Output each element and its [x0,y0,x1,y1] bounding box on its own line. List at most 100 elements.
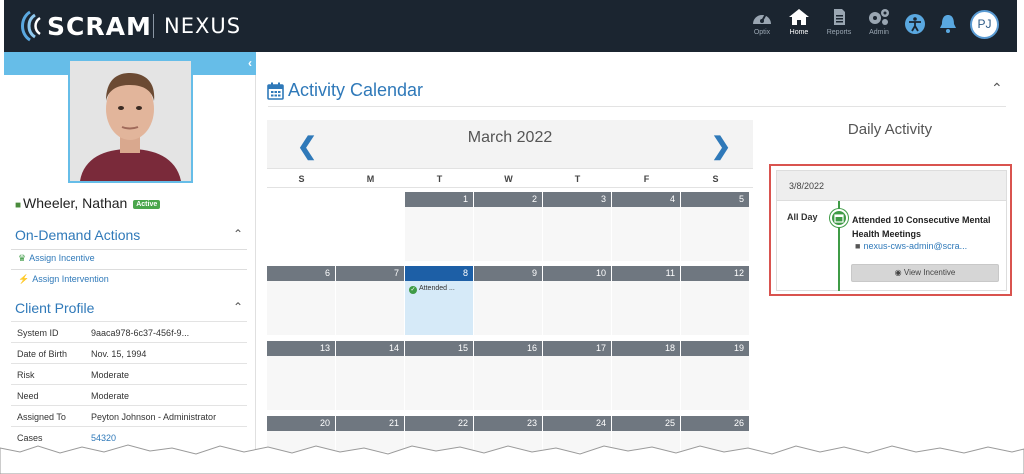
collapse-sidebar-icon[interactable]: ‹ [248,56,252,70]
client-name-text: Wheeler, Nathan [23,195,128,211]
day-cell[interactable] [681,356,749,410]
day-number[interactable]: 20 [267,416,335,431]
nav-admin[interactable]: Admin [859,8,899,46]
calendar-event[interactable]: ✓ Attended ... [409,285,455,294]
day-number[interactable]: 16 [474,341,542,356]
day-cell[interactable] [474,356,542,410]
day-number[interactable]: 1 [405,192,473,207]
day-number[interactable]: 19 [681,341,749,356]
day-cell[interactable] [267,356,335,410]
top-navbar: SCRAM NEXUS Optix Home Reports Admin PJ [4,0,1017,52]
day-number[interactable]: 2 [474,192,542,207]
nav-reports[interactable]: Reports [819,8,859,46]
day-number[interactable]: 18 [612,341,680,356]
day-cell[interactable] [612,356,680,410]
nav-admin-label: Admin [869,29,889,36]
weekday-label: T [574,174,581,184]
day-cell[interactable] [405,207,473,261]
app-window: SCRAM NEXUS Optix Home Reports Admin PJ … [4,0,1017,452]
scram-logo-icon [21,10,41,42]
chevron-up-icon[interactable]: ⌃ [233,300,243,314]
nav-optix[interactable]: Optix [742,8,782,46]
day-number[interactable]: 4 [612,192,680,207]
day-number[interactable]: 11 [612,266,680,281]
day-cell [336,207,404,261]
gears-icon [869,9,889,25]
daily-date-header: 3/8/2022 [777,171,1006,201]
client-photo [68,59,193,183]
month-label: March 2022 [467,129,553,146]
assign-incentive-link[interactable]: ♛ Assign Incentive [18,253,95,264]
day-cell [267,207,335,261]
day-number[interactable]: 13 [267,341,335,356]
chevron-up-icon[interactable]: ⌃ [233,227,243,241]
month-calendar: ❮ March 2022 ❯ S M T W T F S 1 2 3 4 5 6… [267,120,753,452]
assign-intervention-label: Assign Intervention [32,274,109,284]
day-cell[interactable] [267,281,335,335]
user-icon: ■ [855,241,861,251]
empty-day [267,192,335,207]
day-cell[interactable] [405,356,473,410]
view-incentive-button[interactable]: ◉ View Incentive [851,264,999,282]
event-user[interactable]: ■ nexus-cws-admin@scra... [855,241,967,251]
nav-optix-label: Optix [753,29,771,36]
next-month-button[interactable]: ❯ [711,132,731,161]
day-number[interactable]: 9 [474,266,542,281]
day-number[interactable]: 10 [543,266,611,281]
day-cell[interactable] [543,356,611,410]
day-cell[interactable] [681,281,749,335]
divider [268,106,1006,107]
day-cell[interactable] [336,356,404,410]
accessibility-icon[interactable] [904,13,926,35]
brand-name: SCRAM [47,12,152,41]
assign-intervention-link[interactable]: ⚡ Assign Intervention [18,274,109,285]
nav-home[interactable]: Home [779,8,819,46]
nav-reports-label: Reports [826,29,852,36]
day-number[interactable]: 22 [405,416,473,431]
day-cell-selected[interactable]: ✓ Attended ... [405,281,473,335]
day-cell[interactable] [543,281,611,335]
calendar-header: ❮ March 2022 ❯ [267,120,753,168]
day-number[interactable]: 3 [543,192,611,207]
brand-divider [153,14,154,38]
day-number[interactable]: 5 [681,192,749,207]
day-cell[interactable] [543,207,611,261]
day-cell[interactable] [612,281,680,335]
check-circle-icon: ✓ [409,286,417,294]
eye-icon: ◉ [894,268,902,277]
divider [11,249,247,250]
day-number[interactable]: 23 [474,416,542,431]
chevron-up-icon[interactable]: ⌃ [991,80,1003,97]
event-user-email: nexus-cws-admin@scra... [863,241,968,251]
weekday-label: S [712,174,719,184]
day-cell[interactable] [681,207,749,261]
day-cell[interactable] [474,207,542,261]
day-number[interactable]: 7 [336,266,404,281]
empty-day [336,192,404,207]
day-number[interactable]: 6 [267,266,335,281]
day-cell[interactable] [474,281,542,335]
day-cell[interactable] [336,281,404,335]
day-number[interactable]: 26 [681,416,749,431]
user-avatar[interactable]: PJ [970,10,999,39]
weekday-label: S [298,174,305,184]
profile-value: 9aaca978-6c37-456f-9... [91,328,190,338]
day-cell[interactable] [612,207,680,261]
day-number[interactable]: 14 [336,341,404,356]
profile-key: Assigned To [17,412,66,422]
bell-icon[interactable] [938,13,958,35]
day-number-selected[interactable]: 8 [405,266,473,281]
day-number[interactable]: 25 [612,416,680,431]
on-demand-actions-heading: On-Demand Actions [15,227,141,243]
day-number[interactable]: 24 [543,416,611,431]
trophy-icon: ♛ [18,253,27,263]
profile-key: Date of Birth [17,349,68,359]
day-number[interactable]: 15 [405,341,473,356]
day-number[interactable]: 21 [336,416,404,431]
day-number[interactable]: 12 [681,266,749,281]
profile-row-assigned-to: Assigned To Peyton Johnson - Administrat… [11,405,247,426]
weekday-label: W [504,174,513,184]
day-number[interactable]: 17 [543,341,611,356]
document-icon [834,9,845,25]
weekday-header: S M T W T F S [267,168,753,188]
